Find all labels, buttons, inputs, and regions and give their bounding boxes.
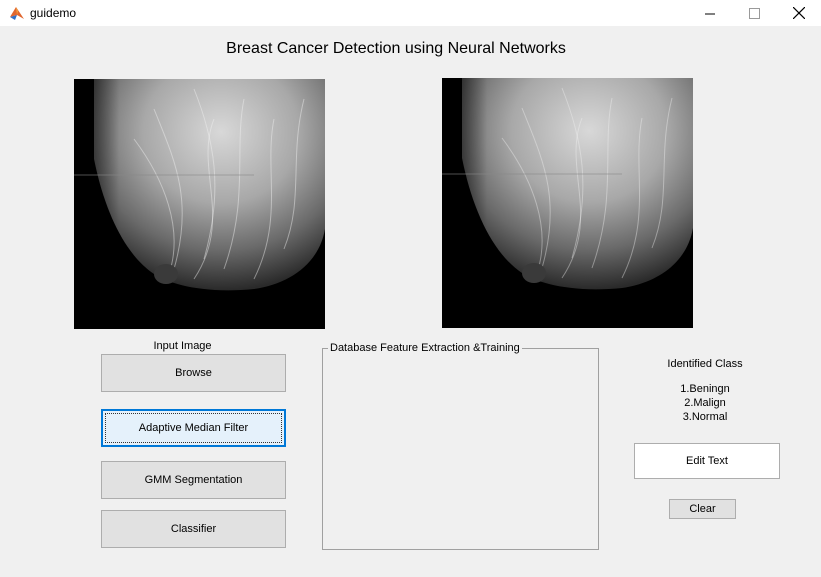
browse-button[interactable]: Browse <box>101 354 286 392</box>
result-edit-text[interactable]: Edit Text <box>634 443 780 479</box>
page-title: Breast Cancer Detection using Neural Net… <box>226 40 566 57</box>
class-list: 1.Beningn 2.Malign 3.Normal <box>650 382 760 424</box>
classifier-button[interactable]: Classifier <box>101 510 286 548</box>
focus-ring <box>105 413 282 443</box>
maximize-button[interactable] <box>731 0 777 26</box>
close-button[interactable] <box>776 0 821 26</box>
close-icon <box>793 7 805 19</box>
window-title: guidemo <box>30 6 77 20</box>
clear-button[interactable]: Clear <box>669 499 736 519</box>
class-item-benign: 1.Beningn <box>680 383 730 395</box>
identified-class-label: Identified Class <box>667 358 743 370</box>
database-training-panel: Database Feature Extraction &Training <box>322 342 599 550</box>
input-image-label: Input Image <box>153 340 212 352</box>
minimize-button[interactable] <box>687 0 733 26</box>
input-mammogram-image <box>74 79 325 329</box>
class-item-normal: 3.Normal <box>682 411 728 423</box>
matlab-app-icon <box>10 7 24 20</box>
input-image-axes <box>74 79 325 329</box>
class-item-malign: 2.Malign <box>684 397 726 409</box>
adaptive-median-filter-button[interactable]: Adaptive Median Filter <box>101 409 286 447</box>
minimize-icon <box>704 13 715 14</box>
gmm-segmentation-button[interactable]: GMM Segmentation <box>101 461 286 499</box>
output-image-axes <box>442 78 693 328</box>
filtered-mammogram-image <box>442 78 693 328</box>
window-titlebar: guidemo <box>0 0 821 26</box>
database-panel-title: Database Feature Extraction &Training <box>328 342 522 354</box>
maximize-icon <box>748 7 760 19</box>
